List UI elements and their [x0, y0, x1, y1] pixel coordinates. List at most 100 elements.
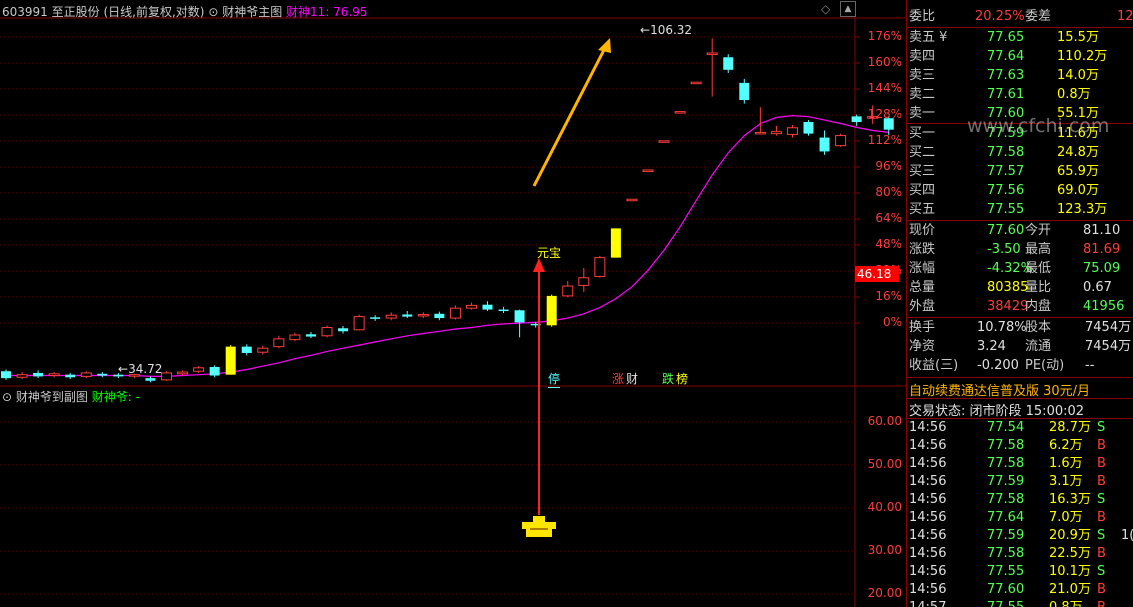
trade-time: 14:56 [909, 492, 947, 507]
trade-price: 77.64 [987, 510, 1025, 525]
stat-label: PE(动) [1025, 358, 1065, 373]
price-axis-label: 112% [867, 133, 902, 147]
price-chart[interactable] [0, 0, 906, 607]
candle-body [562, 285, 574, 297]
trade-row: 14:56 77.59 3.1万 B [907, 473, 1133, 491]
stat-value: -3.50 [987, 242, 1021, 257]
bid-price: 77.57 [987, 164, 1025, 179]
candle-body [465, 304, 477, 309]
candle-body [723, 57, 734, 70]
candle-body [80, 372, 92, 377]
candle [690, 81, 702, 85]
candle [449, 305, 461, 320]
current-price-value: 46.18 [857, 267, 892, 281]
candle-body [289, 334, 301, 341]
trade-row: 14:56 77.55 10.1万 S [907, 563, 1133, 581]
candle [193, 366, 205, 373]
trade-extra: 1( [1121, 528, 1133, 543]
candle-body [177, 371, 189, 375]
candle [402, 310, 413, 319]
trade-price: 77.58 [987, 492, 1025, 507]
candle [385, 312, 397, 321]
stat-value: 38429 [987, 299, 1029, 314]
trade-side: B [1097, 546, 1106, 561]
candle [562, 280, 574, 298]
candle [338, 326, 349, 334]
price-axis-label: 0% [882, 315, 902, 329]
candle [546, 294, 557, 327]
candle-body [739, 82, 750, 101]
candle [658, 140, 670, 143]
tag-fall: 跌 [662, 372, 675, 386]
bid-label: 买一 [909, 126, 936, 141]
ma-line [6, 114, 889, 377]
ask-price: 77.65 [987, 30, 1025, 45]
trade-side: B [1097, 510, 1106, 525]
trade-time: 14:57 [909, 599, 946, 607]
trade-row: 14:56 77.59 20.9万 S 1( [907, 527, 1133, 545]
divider [907, 377, 1133, 378]
candle-body [16, 374, 28, 378]
candle [48, 372, 60, 378]
candle [803, 120, 814, 136]
candle-body [65, 374, 76, 378]
candle-body [161, 372, 172, 381]
divider [907, 398, 1133, 399]
trade-volume: 10.1万 [1049, 564, 1091, 579]
quote-row: 买四 77.56 69.0万 [907, 181, 1133, 200]
sub-axis-label: 30.00 [867, 543, 902, 557]
quote-row: 涨跌 -3.50 最高 81.69 [907, 240, 1133, 259]
weicha-value: 12 [1117, 9, 1133, 24]
dropdown-icon[interactable]: ⊙ [2, 390, 12, 404]
candle-body [578, 277, 590, 286]
candle [305, 332, 316, 339]
watermark: www.cfchi.com [967, 115, 1110, 137]
candle-body [193, 367, 205, 372]
stat-label: 最高 [1025, 242, 1052, 257]
candle-body [353, 316, 365, 331]
stat-label: 涨跌 [909, 242, 936, 257]
stat-value: 41956 [1083, 299, 1125, 314]
tag-wealth: 财 [626, 372, 639, 386]
candle-body [209, 366, 220, 376]
candle-body [321, 327, 333, 337]
trade-time: 14:56 [909, 474, 947, 489]
price-axis-label: 128% [867, 107, 902, 121]
candle [739, 78, 750, 104]
candle-body [819, 137, 830, 152]
trade-time: 14:56 [909, 420, 947, 435]
candle-body [642, 169, 654, 172]
candle [835, 133, 847, 147]
candle [225, 345, 236, 375]
promo-link[interactable]: 自动续费通达信普及版 30元/月 [909, 380, 1090, 399]
ask-volume: 110.2万 [1057, 49, 1108, 64]
candle [33, 370, 44, 379]
bid-price: 77.56 [987, 183, 1025, 198]
trade-time: 14:56 [909, 546, 947, 561]
arrow-left-icon: ← [640, 23, 651, 37]
weibi-row: 委比 20.25% 委差 12 [907, 7, 1133, 26]
quote-row: 净资 3.24 流通 7454万 [907, 337, 1133, 356]
trade-side: B [1097, 438, 1106, 453]
sub-axis-label: 40.00 [867, 500, 902, 514]
bid-volume: 24.8万 [1057, 145, 1099, 160]
grid-lines [0, 36, 860, 595]
price-axis-label: 48% [875, 237, 902, 251]
trade-side: S [1097, 420, 1106, 435]
trade-row: 14:56 77.58 16.3万 S [907, 491, 1133, 509]
quote-row: 卖五 ¥ 77.65 15.5万 [907, 28, 1133, 47]
stat-value: 7454万 [1085, 339, 1132, 354]
candle-body [385, 314, 397, 319]
candle-body [305, 334, 316, 337]
candle-body [594, 257, 606, 277]
bid-label: 买四 [909, 183, 936, 198]
bid-label: 买三 [909, 164, 936, 179]
candle-body [706, 52, 718, 55]
tag-rise: 涨 [612, 372, 625, 386]
sub-chart-name[interactable]: 财神爷到副图 [16, 390, 88, 404]
trade-side: B [1097, 456, 1106, 471]
quote-row: 买三 77.57 65.9万 [907, 162, 1133, 181]
yuanbao-label: 元宝 [537, 246, 562, 260]
candle [370, 315, 381, 321]
candle-body [690, 81, 702, 85]
